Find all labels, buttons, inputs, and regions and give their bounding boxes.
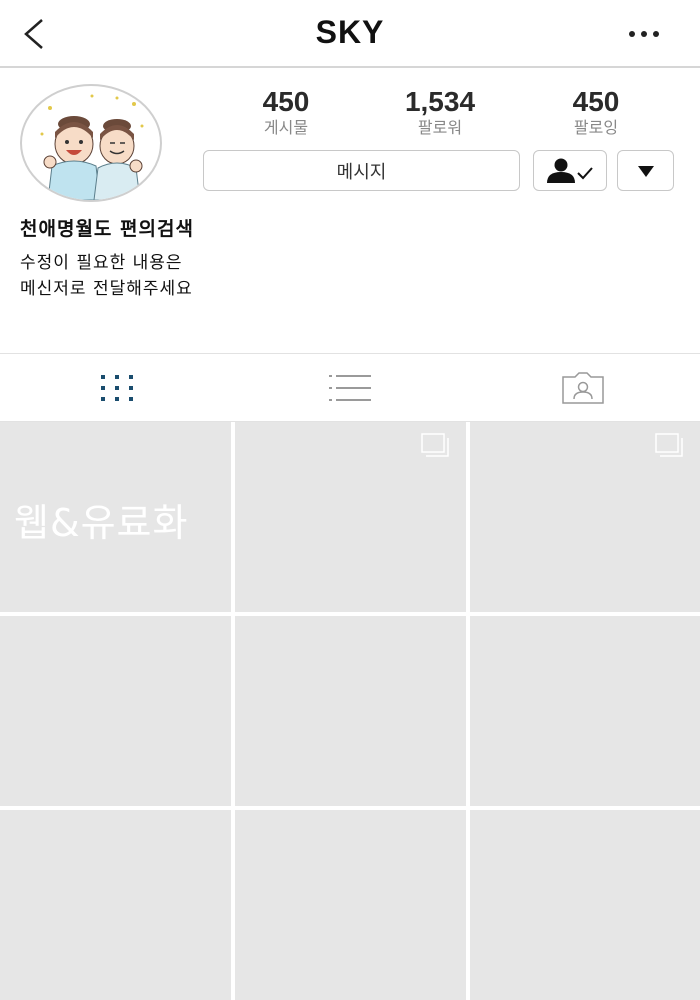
post-thumbnail[interactable]: 웹&유료화: [0, 422, 231, 612]
following-stat[interactable]: 450 팔로잉: [536, 86, 656, 138]
tagged-person-icon: [561, 371, 604, 404]
posts-count: 450: [262, 86, 310, 117]
posts-label: 게시물: [263, 118, 309, 137]
tab-tagged-view[interactable]: [466, 354, 699, 421]
more-horizontal-icon: [629, 31, 659, 37]
more-options-button[interactable]: [624, 22, 664, 46]
following-status-button[interactable]: [533, 150, 607, 191]
multiple-images-icon: [655, 433, 683, 457]
person-check-icon: [547, 158, 593, 183]
post-thumbnail[interactable]: [0, 810, 231, 1000]
post-thumbnail[interactable]: [0, 616, 231, 806]
followers-label: 팔로워: [417, 118, 463, 137]
post-thumbnail[interactable]: [235, 616, 466, 806]
post-thumbnail[interactable]: [470, 422, 700, 612]
following-count: 450: [572, 86, 620, 117]
post-thumbnail[interactable]: [235, 810, 466, 1000]
tab-list-view[interactable]: [233, 354, 466, 421]
top-app-bar: SKY: [0, 0, 700, 68]
profile-username-title: SKY: [315, 14, 385, 50]
profile-tab-bar: [0, 353, 700, 422]
posts-grid: 웹&유료화: [0, 422, 700, 1000]
tab-grid-view[interactable]: [0, 354, 233, 421]
posts-stat[interactable]: 450 게시물: [226, 86, 346, 138]
followers-count: 1,534: [404, 86, 476, 117]
multiple-images-icon: [421, 433, 449, 457]
following-label: 팔로잉: [573, 118, 619, 137]
post-thumbnail[interactable]: [235, 422, 466, 612]
suggested-accounts-dropdown[interactable]: [617, 150, 674, 191]
list-icon: [328, 374, 371, 401]
bio-line: 메신저로 전달해주세요: [20, 279, 193, 299]
grid-icon: [100, 374, 133, 401]
message-button[interactable]: 메시지: [203, 150, 520, 191]
profile-display-name: 천애명월도 편의검색: [20, 218, 194, 240]
profile-avatar[interactable]: [20, 84, 162, 202]
followers-stat[interactable]: 1,534 팔로워: [380, 86, 500, 138]
post-title-overlay: 웹&유료화: [14, 501, 189, 545]
triangle-down-icon: [637, 165, 654, 177]
bio-line: 수정이 필요한 내용은: [20, 253, 183, 273]
post-thumbnail[interactable]: [470, 616, 700, 806]
avatar-illustration: [40, 94, 144, 200]
post-thumbnail[interactable]: [470, 810, 700, 1000]
